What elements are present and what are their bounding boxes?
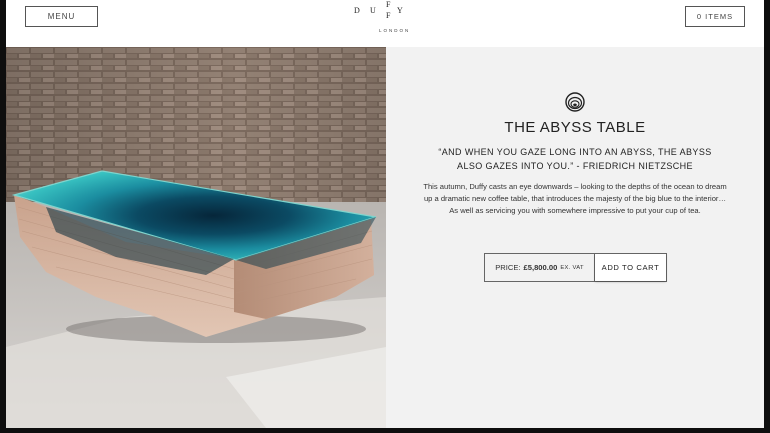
logo-letter-f2: F (386, 11, 391, 20)
abyss-rings-icon (565, 92, 585, 112)
window-edge-right (764, 0, 770, 433)
price-cart-box: PRICE: £5,800.00 EX. VAT ADD TO CART (484, 253, 667, 282)
logo-letter-f1: F (386, 0, 391, 9)
site-header: MENU D U F F Y LONDON 0 ITEMS (6, 0, 764, 47)
duffy-logo[interactable]: D U F F Y LONDON (349, 0, 429, 38)
logo-letter-d: D (354, 6, 360, 15)
window-edge-bottom (0, 428, 770, 433)
product-panel: THE ABYSS TABLE “AND WHEN YOU GAZE LONG … (386, 47, 764, 428)
logo-letter-u: U (370, 6, 376, 15)
cart-items-button[interactable]: 0 ITEMS (685, 6, 745, 27)
price-label: PRICE: (495, 263, 521, 272)
product-photo (6, 47, 386, 428)
add-to-cart-button[interactable]: ADD TO CART (595, 254, 666, 281)
menu-button[interactable]: MENU (25, 6, 98, 27)
logo-subtitle: LONDON (379, 28, 411, 33)
price-value: £5,800.00 (523, 263, 558, 272)
product-quote: “AND WHEN YOU GAZE LONG INTO AN ABYSS, T… (438, 147, 712, 171)
price-vat-note: EX. VAT (560, 264, 584, 271)
logo-letter-y: Y (397, 6, 403, 15)
product-title: THE ABYSS TABLE (504, 119, 646, 136)
product-description: This autumn, Duffy casts an eye downward… (423, 182, 727, 216)
price-display: PRICE: £5,800.00 EX. VAT (485, 254, 595, 281)
